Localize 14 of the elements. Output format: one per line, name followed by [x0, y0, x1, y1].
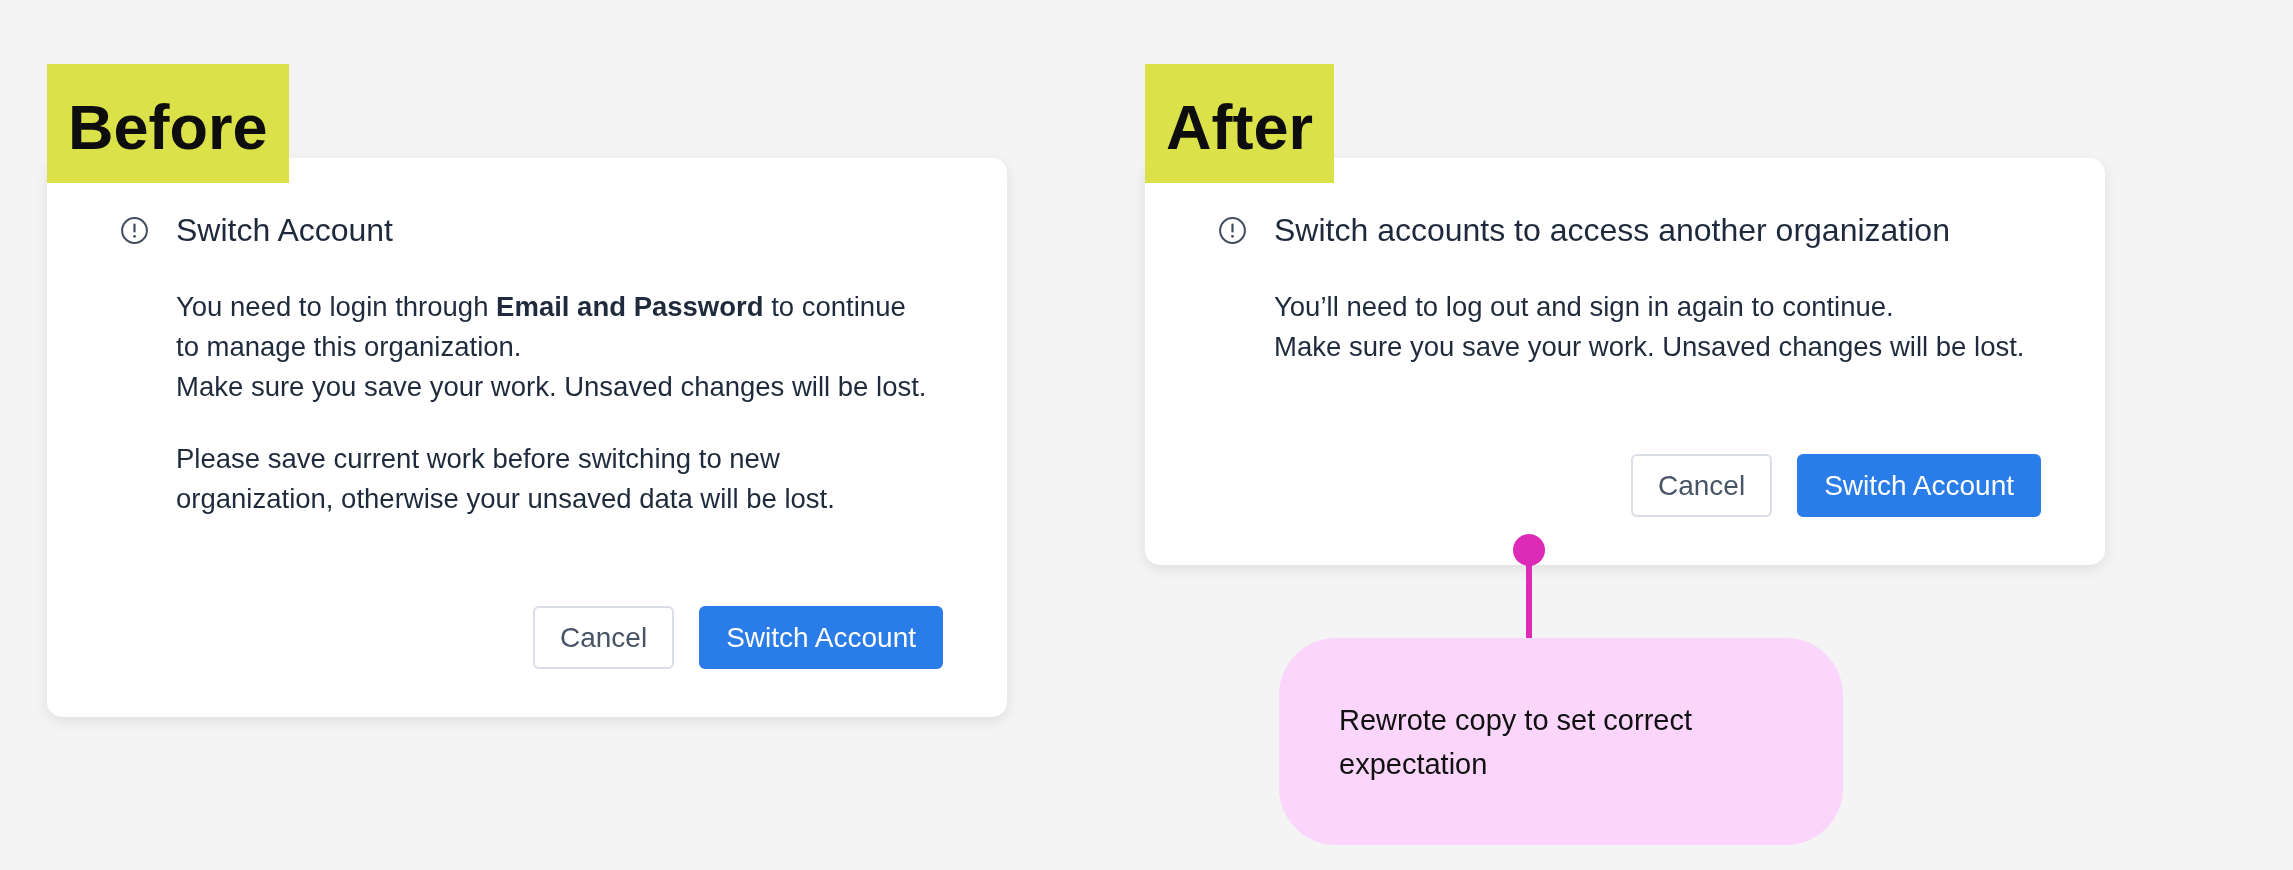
cancel-button[interactable]: Cancel — [1630, 454, 1773, 517]
dialog-title: Switch Account — [176, 211, 393, 250]
dialog-title: Switch accounts to access another organization — [1274, 211, 1950, 250]
primary-button[interactable]: Switch Account — [1797, 454, 2041, 517]
primary-button[interactable]: Switch Account — [699, 606, 943, 669]
exclamation-circle-icon — [121, 216, 148, 244]
annotation-text: Rewrote copy to set correct expectation — [1339, 702, 1693, 782]
dialog-message: You’ll need to log out and sign in again to continue. Make sure you save your work. Unsaved changes will be lost. — [1274, 290, 2026, 364]
heading-tag: After — [1145, 64, 1334, 183]
exclamation-circle-icon — [1219, 216, 1246, 244]
dialog-message: You need to login through Email and Password to continue to manage this organization. Make sure you save your work. Unsaved changes will be lost. — [176, 290, 928, 404]
heading-tag: Before — [47, 64, 289, 183]
cancel-button[interactable]: Cancel — [532, 606, 675, 669]
dialog-message: Please save current work before switching to new organization, otherwise your unsaved data will be lost. — [176, 442, 836, 516]
